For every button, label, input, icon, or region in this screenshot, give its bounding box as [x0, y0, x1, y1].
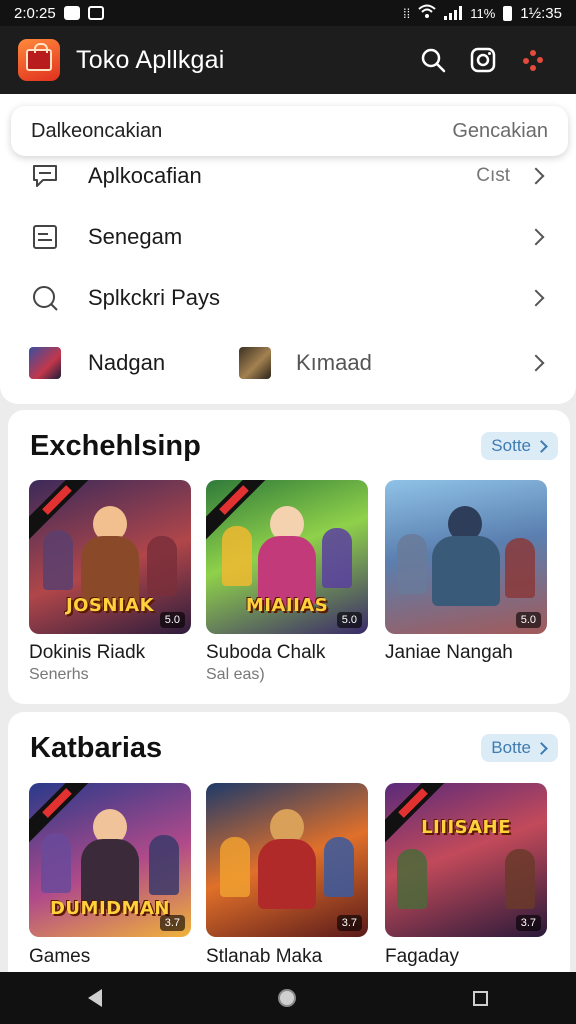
rating-badge: 5.0 [336, 612, 362, 628]
app-title: Janiae Nangah [385, 642, 513, 663]
menu-item-label: Senegam [88, 224, 183, 249]
recents-icon[interactable] [472, 990, 488, 1006]
categories-section: Katbarias Botte DUMIDMAN 3.7 Games 3.7 S… [8, 712, 570, 1012]
system-nav-bar [0, 972, 576, 1024]
app-title: Suboda Chalk [206, 642, 326, 663]
home-icon[interactable] [278, 989, 297, 1007]
status-bar: 2:0:25 ⁞⁞ 11% 1½:35 [0, 0, 576, 26]
gallery-notification-icon [87, 6, 104, 20]
rating-badge: 3.7 [159, 915, 185, 931]
see-more-button[interactable]: Sotte [481, 432, 558, 460]
camera-icon [470, 47, 496, 73]
menu-item-label: Splkckri Pays [88, 285, 221, 310]
search-input[interactable]: Dalkeoncakian [31, 120, 162, 143]
app-title: Fagaday [385, 946, 459, 967]
app-title: Games [29, 946, 91, 967]
search-circle-icon [28, 284, 62, 312]
rating-badge: 3.7 [336, 915, 362, 931]
more-button[interactable] [508, 35, 558, 85]
section-title: Exchehlsinp [30, 430, 201, 462]
game-thumbnail-icon [238, 347, 272, 379]
app-subtitle: Sal eas) [206, 666, 265, 683]
chevron-right-icon [527, 228, 545, 246]
chevron-right-icon [527, 354, 545, 372]
menu-item-meta: Cıst [476, 165, 510, 186]
battery-icon [503, 5, 513, 21]
status-time-right: 1½:35 [520, 4, 562, 22]
shortcut-right-label[interactable]: Kımaad [296, 350, 530, 376]
app-tile[interactable]: JOSNIAK 5.0 [29, 480, 191, 634]
rating-badge: 5.0 [159, 612, 185, 628]
see-more-label: Sotte [491, 436, 531, 455]
see-more-label: Botte [491, 738, 531, 757]
app-subtitle: Senerhs [29, 666, 89, 683]
app-tile[interactable]: LIIISAHE 3.7 [385, 783, 547, 937]
section-title: Katbarias [30, 732, 163, 764]
search-button[interactable] [408, 35, 458, 85]
signal-icon [444, 6, 463, 20]
rating-badge: 5.0 [515, 612, 541, 628]
menu-item-3[interactable]: Splkckri Pays [0, 268, 576, 328]
app-bar: Toko Apllkgai [0, 26, 576, 94]
vibrate-icon: ⁞⁞ [402, 5, 411, 21]
store-logo-icon [18, 39, 60, 81]
list-doc-icon [28, 224, 62, 250]
menu-item-1[interactable]: Aplkocafian Cıst [0, 146, 576, 206]
chevron-right-icon [535, 741, 548, 755]
status-time: 2:0:25 [14, 4, 56, 22]
chat-bubble-icon [28, 163, 62, 189]
featured-section: Exchehlsinp Sotte JOSNIAK 5.0 Dokinis Ri… [8, 410, 570, 704]
search-icon [421, 48, 446, 73]
camera-button[interactable] [458, 35, 508, 85]
shortcut-left-label[interactable]: Nadgan [88, 350, 238, 376]
see-more-button[interactable]: Botte [481, 734, 558, 762]
chevron-right-icon [535, 439, 548, 453]
back-icon[interactable] [88, 989, 103, 1007]
app-tile[interactable]: DUMIDMAN 3.7 [29, 783, 191, 937]
game-art-title: LIIISAHE [421, 817, 511, 838]
app-tile[interactable]: 3.7 [206, 783, 368, 937]
dots-menu-icon [523, 50, 543, 71]
notification-icon [63, 6, 80, 20]
battery-percent: 11% [470, 5, 496, 21]
shortcut-row[interactable]: Nadgan Kımaad [0, 333, 576, 393]
menu-item-2[interactable]: Senegam [0, 207, 576, 267]
search-action-button[interactable]: Gencakian [452, 120, 548, 143]
app-title: Dokinis Riadk [29, 642, 146, 663]
app-tile[interactable]: 5.0 [385, 480, 547, 634]
wifi-icon [418, 4, 436, 22]
chevron-right-icon [527, 167, 545, 185]
menu-item-label: Aplkocafian [88, 163, 202, 188]
chevron-right-icon [527, 289, 545, 307]
app-title: Toko Apllkgai [76, 45, 225, 74]
rating-badge: 3.7 [515, 915, 541, 931]
app-title: Stlanab Maka [206, 946, 323, 967]
app-tile[interactable]: MIAIIAS 5.0 [206, 480, 368, 634]
game-thumbnail-icon [28, 347, 62, 379]
